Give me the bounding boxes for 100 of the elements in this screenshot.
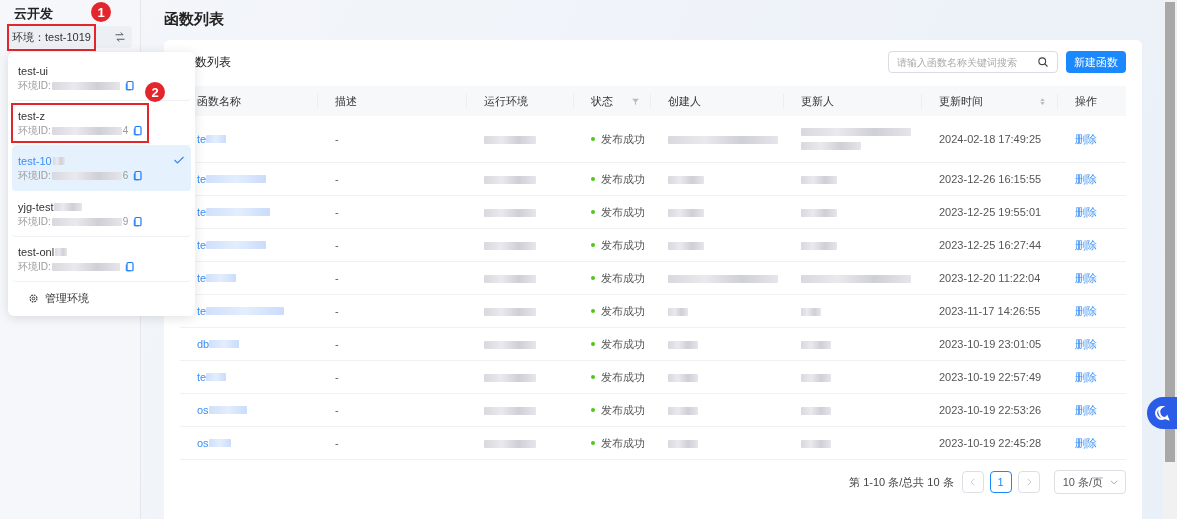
redacted-text: [51, 262, 120, 271]
redacted-text: [484, 275, 536, 284]
redacted-text: [801, 176, 837, 185]
delete-link[interactable]: 删除: [1075, 436, 1097, 449]
redacted-text: [668, 176, 704, 185]
function-name-link[interactable]: te: [197, 272, 207, 284]
redacted-text: [54, 202, 83, 211]
description-text: -: [335, 206, 339, 218]
updated-time: 2023-12-25 16:27:44: [939, 239, 1042, 251]
redacted-link-text: [206, 135, 227, 143]
status-text: 发布成功: [601, 336, 645, 352]
column-header-text: 更新人: [801, 93, 834, 109]
redacted-link-text: [206, 274, 237, 282]
redacted-link-text: [206, 175, 267, 183]
redacted-text: [484, 407, 536, 416]
function-name-link[interactable]: te: [197, 133, 207, 145]
column-header-text: 操作: [1075, 93, 1097, 109]
updated-time: 2023-11-17 14:26:55: [939, 305, 1041, 317]
description-text: -: [335, 404, 339, 416]
function-name-link[interactable]: te: [197, 239, 207, 251]
environment-option[interactable]: test-10 环境ID: 6: [12, 146, 191, 191]
environment-id-label: 环境ID:: [18, 78, 51, 93]
redacted-text: [484, 242, 536, 251]
manage-environments-link[interactable]: 管理环境: [12, 282, 191, 316]
status-dot: [591, 210, 595, 215]
environment-name: test-ui: [18, 64, 48, 77]
updated-time: 2023-12-20 11:22:04: [939, 272, 1041, 284]
redacted-text: [801, 407, 831, 416]
delete-link[interactable]: 删除: [1075, 337, 1097, 350]
redacted-text: [668, 374, 698, 383]
page-button[interactable]: 1: [989, 471, 1012, 493]
delete-link[interactable]: 删除: [1075, 271, 1097, 284]
chat-bubble-icon[interactable]: [1147, 397, 1177, 429]
status-dot: [591, 243, 595, 248]
function-name-link[interactable]: te: [197, 173, 207, 185]
environment-id-label: 环境ID:: [18, 168, 51, 183]
redacted-text: [52, 156, 65, 165]
copy-icon: [132, 169, 145, 182]
filter-icon: [631, 96, 640, 106]
redacted-text: [484, 341, 536, 350]
environment-id-label: 环境ID:: [18, 123, 51, 138]
delete-link[interactable]: 删除: [1075, 403, 1097, 416]
redacted-link-text: [209, 340, 240, 348]
description-text: -: [335, 305, 339, 317]
delete-link[interactable]: 删除: [1075, 205, 1097, 218]
redacted-link-text: [206, 241, 267, 249]
environment-id-label: 环境ID:: [18, 214, 51, 229]
page-title: 函数列表: [164, 10, 225, 28]
delete-link[interactable]: 删除: [1075, 370, 1097, 383]
redacted-text: [801, 341, 831, 350]
environment-selector[interactable]: 环境：test-1019: [8, 26, 132, 48]
status-text: 发布成功: [601, 369, 645, 385]
card-title: 数列表: [194, 53, 231, 71]
environment-id-tail: 6: [122, 170, 129, 181]
updated-time: 2023-10-19 22:57:49: [939, 371, 1042, 383]
updated-time: 2023-10-19 22:45:28: [939, 437, 1042, 449]
environment-option[interactable]: yjg-test 环境ID: 9: [12, 192, 191, 237]
updated-time: 2023-10-19 22:53:26: [939, 404, 1042, 416]
delete-link[interactable]: 删除: [1075, 304, 1097, 317]
status-dot: [591, 408, 595, 413]
status-text: 发布成功: [601, 131, 645, 147]
function-name-link[interactable]: te: [197, 206, 207, 218]
status-text: 发布成功: [601, 237, 645, 253]
function-name-link[interactable]: os: [197, 437, 209, 449]
environment-option[interactable]: test-onl 环境ID:: [12, 237, 191, 282]
description-text: -: [335, 239, 339, 251]
status-dot: [591, 177, 595, 182]
search-icon: [1037, 56, 1049, 68]
redacted-text: [668, 308, 688, 317]
delete-link[interactable]: 删除: [1075, 238, 1097, 251]
annotation-marker: 1: [91, 2, 111, 22]
status-text: 发布成功: [601, 171, 645, 187]
function-name-link[interactable]: os: [197, 404, 209, 416]
status-dot: [591, 342, 595, 347]
delete-link[interactable]: 删除: [1075, 172, 1097, 185]
new-function-button[interactable]: 新建函数: [1066, 51, 1126, 73]
annotation-marker: 2: [145, 82, 165, 102]
environment-option[interactable]: test-z 环境ID: 4: [12, 101, 191, 146]
redacted-text: [51, 81, 120, 90]
scrollbar[interactable]: [1163, 0, 1177, 519]
function-name-link[interactable]: db: [197, 338, 210, 350]
delete-link[interactable]: 删除: [1075, 132, 1097, 145]
status-text: 发布成功: [601, 270, 645, 286]
check-icon: [173, 154, 185, 166]
redacted-text: [668, 341, 698, 350]
redacted-text: [668, 242, 704, 251]
column-header-text: 描述: [335, 93, 357, 109]
updated-time: 2024-02-18 17:49:25: [939, 133, 1042, 145]
redacted-link-text: [208, 406, 247, 414]
description-text: -: [335, 437, 339, 449]
page-size-select[interactable]: 10 条/页: [1053, 470, 1126, 494]
redacted-link-text: [208, 439, 231, 447]
copy-icon: [132, 124, 145, 137]
environment-name: test-z: [18, 109, 45, 122]
function-name-link[interactable]: te: [197, 305, 207, 317]
app-title: 云开发: [13, 5, 53, 23]
environment-id-tail: 4: [122, 125, 129, 136]
column-header-text: 函数名称: [197, 93, 241, 109]
function-name-link[interactable]: te: [197, 371, 207, 383]
search-field[interactable]: 请输入函数名称关键词搜索: [888, 51, 1058, 73]
